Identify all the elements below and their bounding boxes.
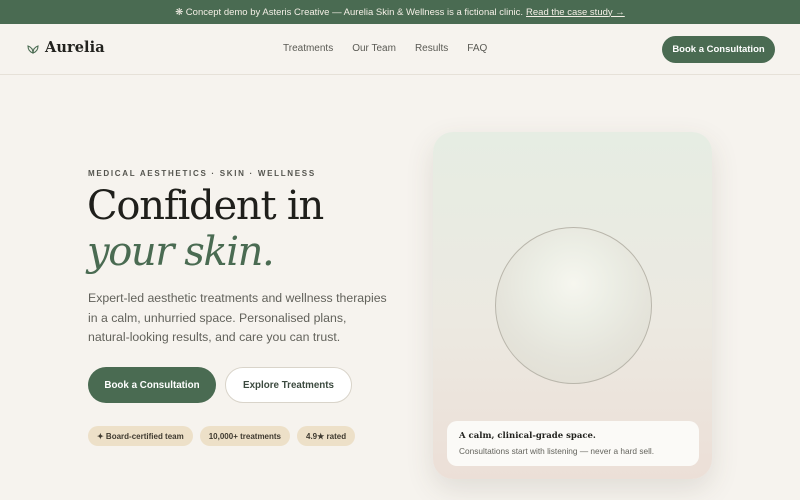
hero-headline-accent: your skin. xyxy=(87,229,275,275)
book-consultation-button[interactable]: Book a Consultation xyxy=(88,367,216,403)
badge-board-certified: ✦ Board-certified team xyxy=(88,426,193,446)
nav-link-faq[interactable]: FAQ xyxy=(467,43,487,54)
explore-treatments-button[interactable]: Explore Treatments xyxy=(225,367,352,403)
hero-eyebrow: MEDICAL AESTHETICS · SKIN · WELLNESS xyxy=(88,169,316,178)
visual-caption: A calm, clinical-grade space. Consultati… xyxy=(447,421,699,466)
site-header: Aurelia Treatments Our Team Results FAQ … xyxy=(0,24,800,75)
badge-treatments-count: 10,000+ treatments xyxy=(199,426,290,446)
case-study-link[interactable]: Read the case study → xyxy=(526,7,625,18)
trust-badges: ✦ Board-certified team 10,000+ treatment… xyxy=(88,426,356,446)
main-nav: Treatments Our Team Results FAQ xyxy=(283,43,487,54)
header-book-consultation-button[interactable]: Book a Consultation xyxy=(662,36,775,63)
hero-visual-card: A calm, clinical-grade space. Consultati… xyxy=(433,132,712,479)
logo-text: Aurelia xyxy=(45,39,105,56)
announcement-banner: ❋ Concept demo by Asteris Creative — Aur… xyxy=(0,0,800,24)
nav-link-results[interactable]: Results xyxy=(415,43,448,54)
orb-illustration xyxy=(495,227,652,384)
caption-text: Consultations start with listening — nev… xyxy=(459,446,655,456)
logo[interactable]: Aurelia xyxy=(27,39,105,56)
leaf-icon xyxy=(27,44,39,54)
caption-title: A calm, clinical-grade space. xyxy=(459,431,596,441)
nav-link-treatments[interactable]: Treatments xyxy=(283,43,333,54)
banner-text: ❋ Concept demo by Asteris Creative — Aur… xyxy=(175,6,524,18)
badge-rating: 4.9★ rated xyxy=(297,426,356,446)
nav-link-our-team[interactable]: Our Team xyxy=(352,43,396,54)
hero-description: Expert-led aesthetic treatments and well… xyxy=(88,291,387,344)
hero-headline: Confident in xyxy=(87,183,324,229)
